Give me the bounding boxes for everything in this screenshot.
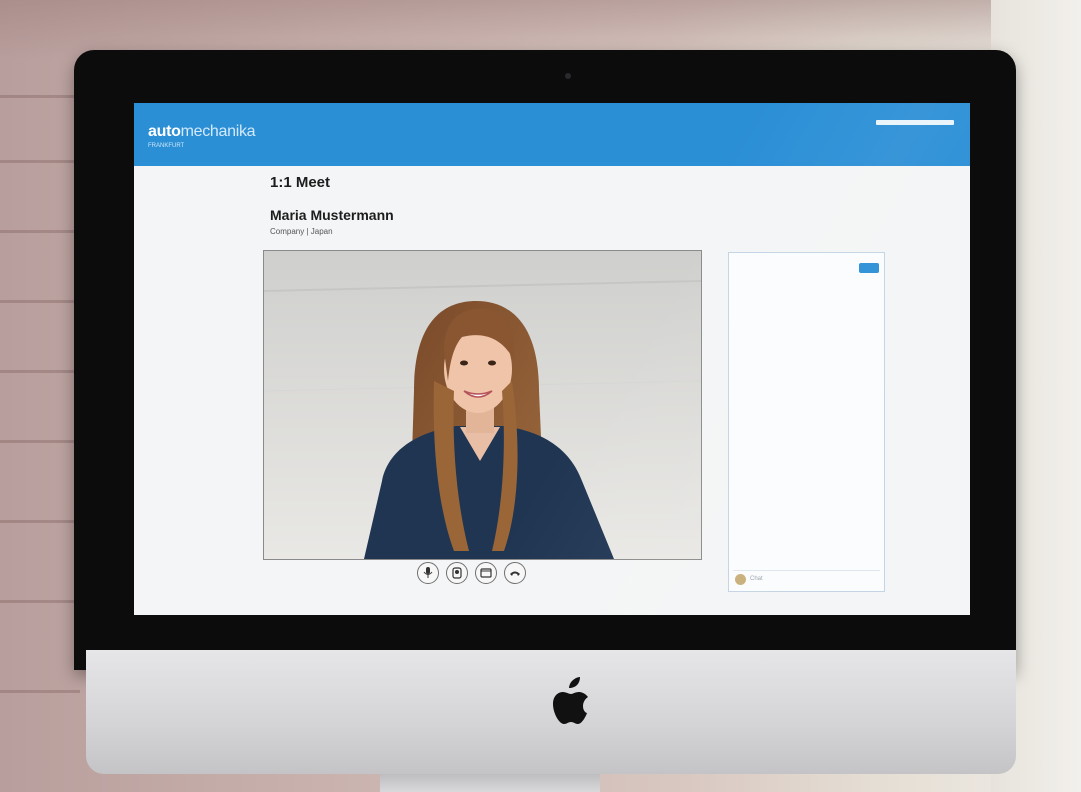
page-title: 1:1 Meet — [270, 174, 331, 191]
brand-logo[interactable]: automechanika — [148, 123, 256, 141]
chat-input[interactable]: Chat — [733, 570, 880, 587]
camera-icon — [452, 567, 462, 579]
hang-up-button[interactable] — [504, 562, 526, 584]
brand-subtitle: FRANKFURT — [148, 143, 185, 149]
hang-up-icon — [510, 571, 520, 576]
chat-panel: Chat — [728, 252, 885, 592]
video-feed — [263, 250, 702, 560]
brand-logo-light: mechanika — [180, 123, 256, 140]
wall-brick-line — [0, 95, 80, 98]
wall-brick-line — [0, 520, 80, 523]
avatar — [735, 573, 746, 585]
microphone-button[interactable] — [417, 562, 439, 584]
header-user-menu[interactable] — [876, 120, 954, 125]
wall-brick-line — [0, 370, 80, 373]
wall-brick-line — [0, 600, 80, 603]
wall-brick-line — [0, 440, 80, 443]
participant-name: Maria Mustermann — [270, 207, 394, 223]
brand-logo-bold: auto — [148, 123, 181, 140]
microphone-icon — [423, 567, 433, 578]
app-header: automechanika FRANKFURT — [134, 103, 970, 166]
wall-brick-line — [0, 230, 80, 233]
chat-input-placeholder: Chat — [750, 576, 763, 582]
call-controls — [417, 562, 526, 584]
participant-video-image — [264, 251, 701, 559]
monitor-stand — [380, 774, 600, 792]
wall-brick-line — [0, 690, 80, 693]
screen-share-button[interactable] — [475, 562, 497, 584]
webcam-dot — [565, 73, 571, 79]
wall-brick-line — [0, 160, 80, 163]
app-screen: automechanika FRANKFURT 1:1 Meet Maria M… — [134, 103, 970, 615]
chat-send-button[interactable] — [859, 263, 879, 273]
apple-logo-icon — [553, 677, 588, 724]
screen-share-icon — [480, 568, 492, 578]
participant-info: Company | Japan — [270, 227, 333, 236]
camera-button[interactable] — [446, 562, 468, 584]
wall-brick-line — [0, 300, 80, 303]
